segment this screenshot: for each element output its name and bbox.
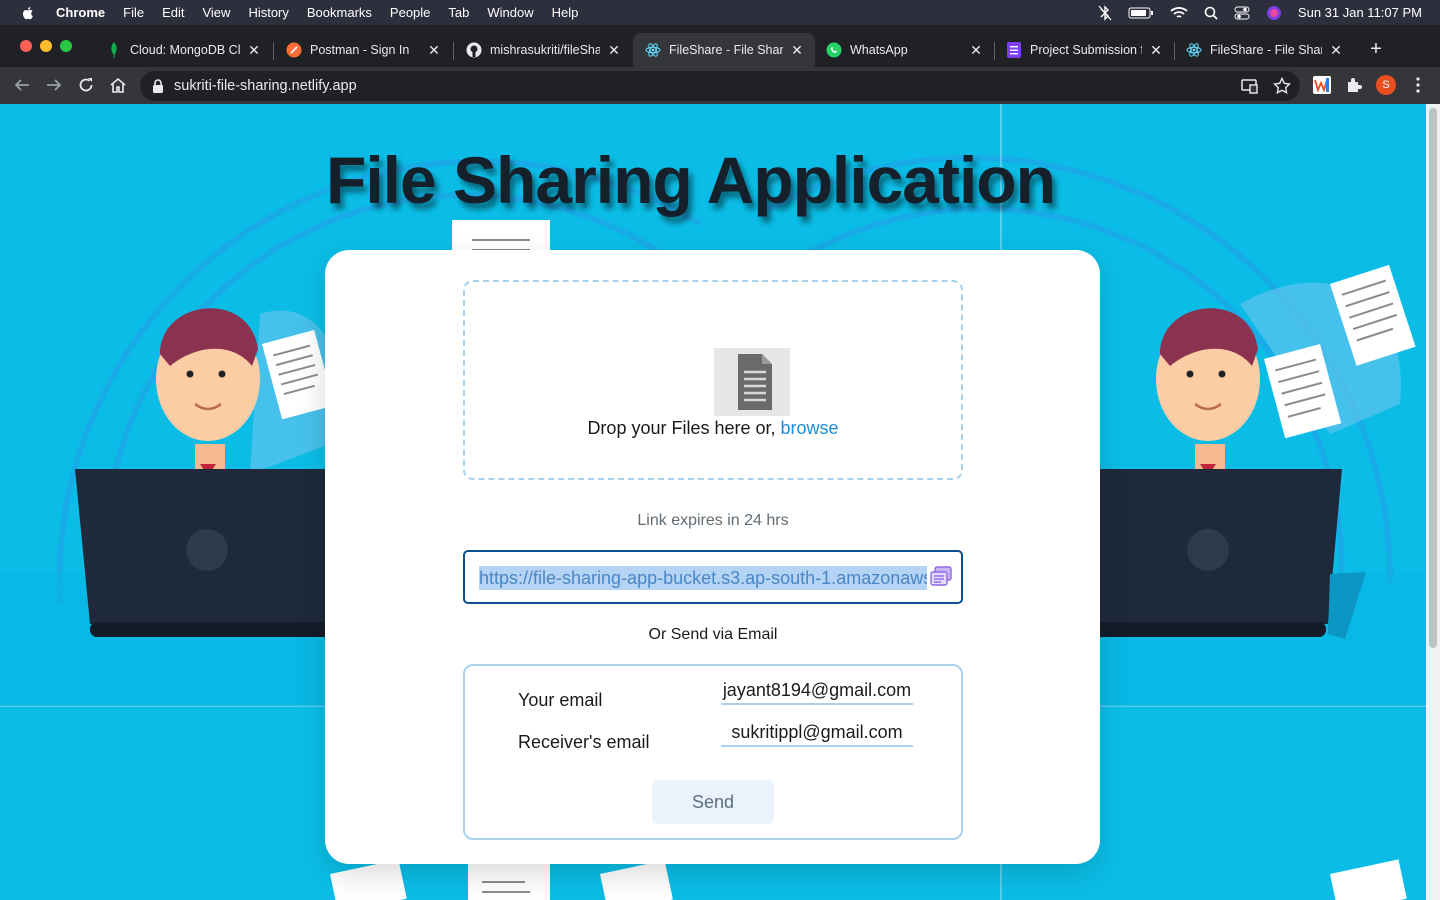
menu-app-name[interactable]: Chrome [56, 5, 105, 20]
bluetooth-off-icon[interactable] [1098, 4, 1112, 21]
scrollbar-thumb[interactable] [1429, 108, 1437, 648]
menu-history[interactable]: History [248, 5, 288, 20]
siri-icon[interactable] [1266, 5, 1282, 21]
tab-close-icon[interactable]: ✕ [1328, 42, 1344, 58]
back-arrow-icon[interactable] [12, 75, 32, 95]
share-link-field[interactable]: https://file-sharing-app-bucket.s3.ap-so… [463, 550, 963, 604]
browse-link[interactable]: browse [781, 418, 839, 438]
control-center-icon[interactable] [1234, 6, 1250, 20]
drop-instruction: Drop your Files here or, browse [463, 418, 963, 439]
menu-view[interactable]: View [202, 5, 230, 20]
extensions-puzzle-icon[interactable] [1344, 75, 1364, 95]
bookmark-star-icon[interactable] [1273, 77, 1291, 95]
tab-close-icon[interactable]: ✕ [968, 42, 984, 58]
tab-github[interactable]: mishrasukriti/fileSha ✕ [454, 33, 632, 67]
drop-instruction-text: Drop your Files here or, [587, 418, 781, 438]
page-viewport: File Sharing Application Drop your Files… [0, 104, 1440, 900]
kebab-menu-icon[interactable] [1408, 75, 1428, 95]
share-link-value[interactable]: https://file-sharing-app-bucket.s3.ap-so… [479, 566, 927, 590]
tab-project-submission[interactable]: Project Submission f ✕ [994, 33, 1174, 67]
forward-arrow-icon[interactable] [44, 75, 64, 95]
tab-postman[interactable]: Postman - Sign In ✕ [274, 33, 452, 67]
your-email-label: Your email [518, 690, 603, 710]
wifi-icon[interactable] [1170, 6, 1188, 20]
tab-close-icon[interactable]: ✕ [246, 42, 262, 58]
window-zoom-button[interactable] [60, 40, 72, 52]
page-scrollbar[interactable] [1426, 104, 1440, 900]
file-drop-zone[interactable] [463, 280, 963, 480]
status-area: Sun 31 Jan 11:07 PM [1098, 0, 1422, 25]
tab-close-icon[interactable]: ✕ [426, 42, 442, 58]
whatsapp-icon [826, 42, 842, 58]
tab-whatsapp[interactable]: WhatsApp ✕ [814, 33, 994, 67]
menu-window[interactable]: Window [487, 5, 533, 20]
menubar-clock[interactable]: Sun 31 Jan 11:07 PM [1298, 5, 1422, 20]
lock-icon[interactable] [152, 79, 164, 93]
window-minimize-button[interactable] [40, 40, 52, 52]
tab-title: FileShare - File Shari [1210, 43, 1322, 57]
reload-icon[interactable] [76, 75, 96, 95]
or-send-email-label: Or Send via Email [648, 626, 778, 643]
mongodb-leaf-icon [106, 42, 122, 58]
menu-tab[interactable]: Tab [448, 5, 469, 20]
home-icon[interactable] [108, 75, 128, 95]
postman-icon [286, 42, 302, 58]
address-bar[interactable]: sukriti-file-sharing.netlify.app [140, 71, 1300, 101]
receiver-email-input[interactable]: sukritippl@gmail.com [721, 722, 913, 747]
tab-title: Cloud: MongoDB Clo [130, 43, 240, 57]
new-tab-plus-icon[interactable]: + [1366, 39, 1386, 59]
email-form: Your email jayant8194@gmail.com Receiver… [463, 664, 963, 840]
link-expiry-text: Link expires in 24 hrs [637, 512, 789, 529]
github-icon [466, 42, 482, 58]
page-title: File Sharing Application [326, 143, 1056, 217]
form-icon [1006, 42, 1022, 58]
tab-close-icon[interactable]: ✕ [606, 42, 622, 58]
copy-icon[interactable] [929, 565, 953, 587]
menu-help[interactable]: Help [552, 5, 579, 20]
tab-fileshare-active[interactable]: FileShare - File Shar ✕ [633, 33, 815, 67]
send-button[interactable]: Send [652, 780, 774, 824]
battery-icon[interactable] [1128, 6, 1154, 20]
tab-title: mishrasukriti/fileSha [490, 43, 600, 57]
window-close-button[interactable] [20, 40, 32, 52]
spotlight-search-icon[interactable] [1204, 6, 1218, 20]
upload-card: Drop your Files here or, browse Link exp… [325, 250, 1100, 864]
profile-avatar[interactable]: S [1376, 75, 1396, 95]
react-icon [1186, 42, 1202, 58]
menu-bookmarks[interactable]: Bookmarks [307, 5, 372, 20]
tab-title: Project Submission f [1030, 43, 1142, 57]
macos-menu-bar: Chrome File Edit View History Bookmarks … [0, 0, 1440, 25]
menu-people[interactable]: People [390, 5, 430, 20]
receiver-email-label: Receiver's email [518, 732, 650, 752]
menu-edit[interactable]: Edit [162, 5, 184, 20]
extension-w-icon[interactable] [1312, 75, 1332, 95]
tab-title: WhatsApp [850, 43, 908, 57]
tab-title: Postman - Sign In [310, 43, 410, 57]
apple-icon[interactable] [20, 5, 36, 21]
tab-title: FileShare - File Shar [669, 43, 783, 57]
menu-file[interactable]: File [123, 5, 144, 20]
tab-fileshare[interactable]: FileShare - File Shari ✕ [1174, 33, 1354, 67]
tab-close-icon[interactable]: ✕ [1148, 42, 1164, 58]
cast-icon[interactable] [1240, 77, 1258, 95]
react-icon [645, 42, 661, 58]
document-file-icon [714, 348, 790, 416]
tab-mongodb[interactable]: Cloud: MongoDB Clo ✕ [94, 33, 272, 67]
url-text[interactable]: sukriti-file-sharing.netlify.app [174, 78, 357, 94]
tab-close-icon[interactable]: ✕ [789, 42, 805, 58]
your-email-input[interactable]: jayant8194@gmail.com [721, 680, 913, 705]
browser-toolbar: sukriti-file-sharing.netlify.app S [0, 67, 1440, 104]
